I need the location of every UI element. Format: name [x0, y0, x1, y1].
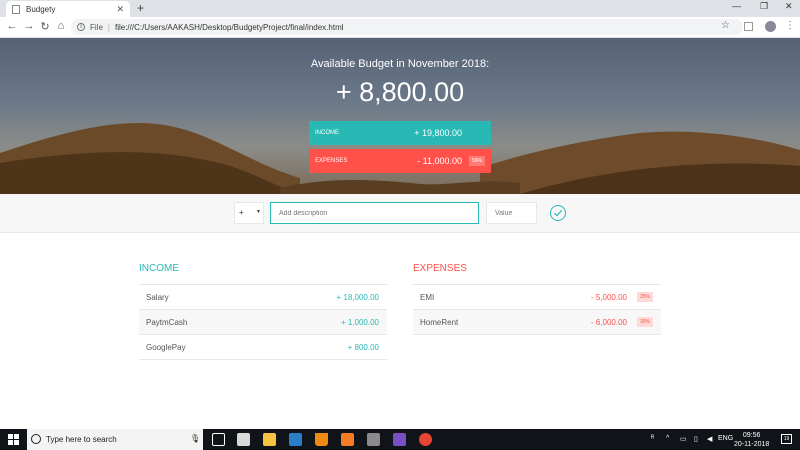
- taskbar-search-placeholder: Type here to search: [46, 435, 117, 444]
- checkmark-icon: [554, 210, 563, 217]
- income-list: INCOME Salary + 18,000.00 PaytmCash + 1,…: [139, 263, 387, 360]
- item-description: EMI: [420, 293, 435, 302]
- taskbar-search[interactable]: Type here to search 🎙: [27, 429, 203, 450]
- expenses-summary: Expenses - 11,000.00 56%: [309, 149, 491, 173]
- budget-title: Available Budget in November 2018:: [310, 58, 490, 70]
- chevron-up-icon[interactable]: ^: [666, 435, 669, 442]
- vlc-icon[interactable]: [315, 433, 328, 446]
- expenses-list: EXPENSES EMI - 5,000.00 25% HomeRent - 6…: [413, 263, 661, 335]
- budget-header: Available Budget in November 2018: + 8,8…: [0, 38, 800, 194]
- notification-center-icon[interactable]: 19: [781, 434, 792, 444]
- cortana-icon: [31, 434, 41, 444]
- address-bar[interactable]: i File | file:///C:/Users/AAKASH/Desktop…: [71, 19, 743, 35]
- language-indicator[interactable]: ENG: [718, 435, 733, 442]
- xampp-icon[interactable]: [341, 433, 354, 446]
- back-icon[interactable]: ←: [5, 20, 19, 32]
- clock-date: 20-11-2018: [734, 441, 770, 448]
- store-icon[interactable]: [237, 433, 250, 446]
- chevron-down-icon: ▼: [256, 209, 261, 215]
- add-item-button[interactable]: [550, 205, 566, 221]
- expenses-percentage-badge: 56%: [468, 156, 485, 166]
- expenses-summary-value: - 11,000.00: [417, 156, 462, 166]
- tools-icon[interactable]: [367, 433, 380, 446]
- url-text: file:///C:/Users/AAKASH/Desktop/BudgetyP…: [114, 22, 344, 32]
- extension-icon[interactable]: [744, 22, 753, 31]
- description-input[interactable]: [270, 202, 479, 224]
- restore-icon[interactable]: ❐: [760, 1, 768, 12]
- new-tab-icon[interactable]: +: [137, 1, 144, 15]
- task-view-icon[interactable]: [212, 433, 225, 446]
- chrome-icon[interactable]: [419, 433, 432, 446]
- expenses-summary-label: Expenses: [315, 158, 348, 164]
- item-description: PaytmCash: [146, 318, 188, 327]
- income-summary: Income + 19,800.00: [309, 121, 491, 145]
- app-icon[interactable]: [289, 433, 302, 446]
- system-clock[interactable]: 09:56 20-11-2018: [734, 431, 769, 449]
- income-summary-label: Income: [315, 130, 339, 136]
- page-icon: [12, 4, 20, 14]
- item-value: + 800.00: [347, 343, 379, 352]
- home-icon[interactable]: ⌂: [54, 20, 68, 32]
- income-item[interactable]: Salary + 18,000.00: [139, 285, 387, 310]
- income-list-title: INCOME: [139, 263, 387, 285]
- value-input[interactable]: [486, 202, 537, 224]
- income-item[interactable]: GooglePay + 800.00: [139, 335, 387, 360]
- expense-item[interactable]: HomeRent - 6,000.00 30%: [413, 310, 661, 335]
- browser-toolbar: ← → ↻ ⌂ i File | file:///C:/Users/AAKASH…: [0, 17, 800, 38]
- expenses-list-title: EXPENSES: [413, 263, 661, 285]
- bookmark-star-icon[interactable]: ☆: [721, 20, 730, 31]
- item-value: + 18,000.00: [336, 293, 379, 302]
- browser-tab-strip: Budgety ✕ + — ❐ ✕: [0, 0, 800, 17]
- forward-icon[interactable]: →: [22, 20, 36, 32]
- item-description: HomeRent: [420, 318, 459, 327]
- profile-avatar[interactable]: [765, 21, 776, 32]
- info-icon[interactable]: i: [77, 23, 85, 31]
- windows-start-icon[interactable]: [8, 434, 19, 445]
- file-explorer-icon[interactable]: [263, 433, 276, 446]
- network-icon[interactable]: ▯: [694, 435, 698, 443]
- visual-studio-icon[interactable]: [393, 433, 406, 446]
- budget-total-value: + 8,800.00: [335, 77, 465, 107]
- item-value: - 5,000.00: [590, 293, 627, 302]
- tab-title: Budgety: [26, 4, 56, 14]
- people-icon[interactable]: ᴿ: [651, 435, 654, 442]
- income-rows: Salary + 18,000.00 PaytmCash + 1,000.00 …: [139, 285, 387, 360]
- type-select[interactable]: + ▼: [234, 202, 264, 224]
- item-description: GooglePay: [146, 343, 186, 352]
- microphone-icon[interactable]: 🎙: [190, 434, 200, 443]
- menu-icon[interactable]: ⋮: [785, 20, 795, 31]
- close-tab-icon[interactable]: ✕: [116, 4, 124, 15]
- expense-item[interactable]: EMI - 5,000.00 25%: [413, 285, 661, 310]
- item-percentage-badge: 30%: [636, 317, 653, 327]
- type-select-value: +: [239, 208, 244, 217]
- item-value: - 6,000.00: [590, 318, 627, 327]
- clock-time: 09:56: [742, 432, 761, 439]
- url-scheme-label: File: [90, 22, 103, 32]
- close-window-icon[interactable]: ✕: [785, 1, 793, 12]
- expenses-rows: EMI - 5,000.00 25% HomeRent - 6,000.00 3…: [413, 285, 661, 335]
- income-item[interactable]: PaytmCash + 1,000.00: [139, 310, 387, 335]
- url-separator: |: [107, 22, 110, 32]
- item-value: + 1,000.00: [340, 318, 379, 327]
- windows-taskbar: Type here to search 🎙 ᴿ ^ ▭ ▯ ◀ ENG 09:5…: [0, 429, 800, 450]
- item-percentage-badge: 25%: [636, 292, 653, 302]
- battery-icon[interactable]: ▭: [680, 435, 687, 443]
- volume-icon[interactable]: ◀: [707, 435, 712, 443]
- income-summary-value: + 19,800.00: [414, 128, 462, 138]
- browser-tab[interactable]: Budgety ✕: [6, 1, 130, 17]
- minimize-icon[interactable]: —: [732, 1, 741, 11]
- add-item-bar: + ▼: [0, 194, 800, 233]
- reload-icon[interactable]: ↻: [38, 20, 52, 33]
- item-description: Salary: [146, 293, 169, 302]
